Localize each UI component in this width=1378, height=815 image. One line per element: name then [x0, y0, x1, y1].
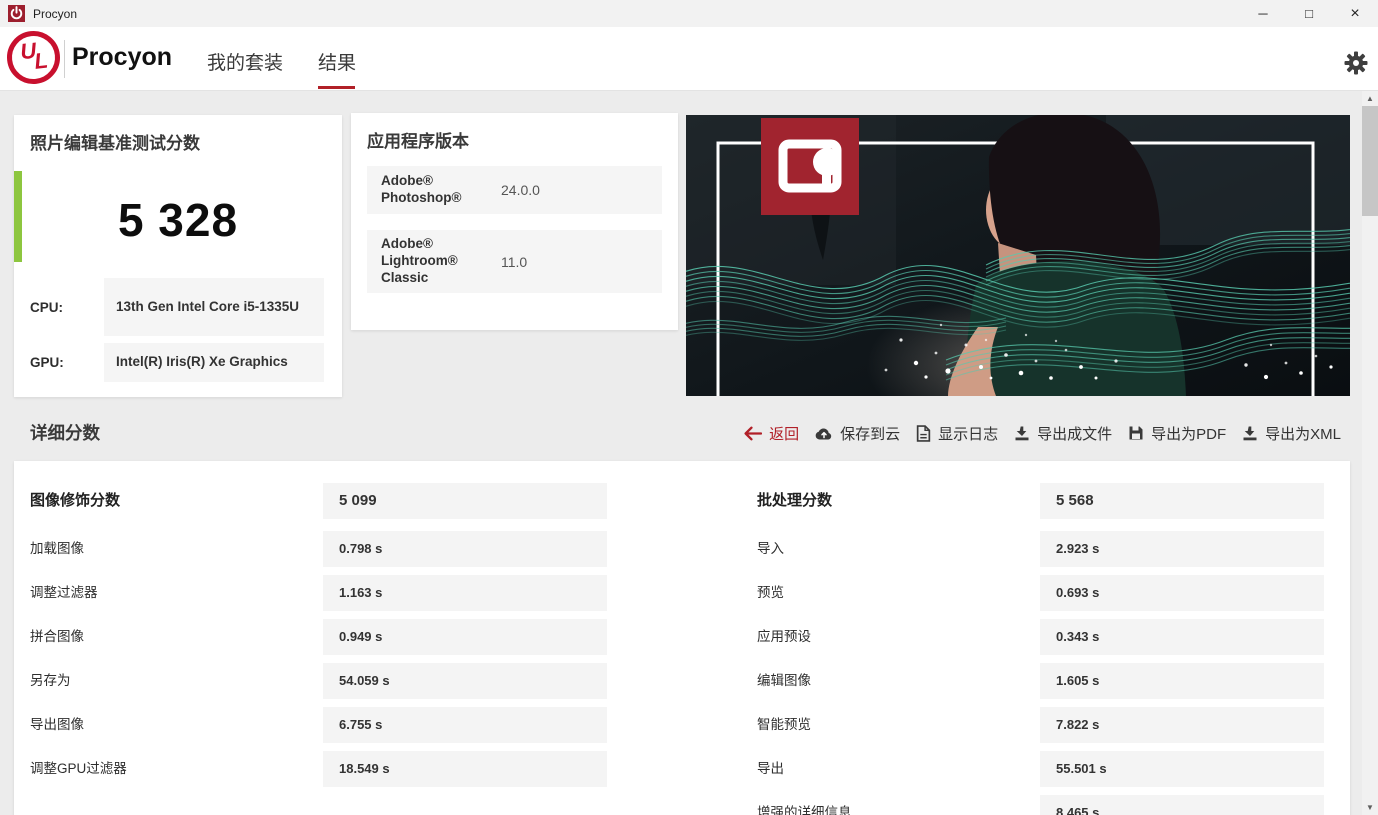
close-button[interactable]: ×: [1332, 0, 1378, 27]
metric-value: 7.822 s: [1040, 707, 1324, 743]
scroll-up-icon[interactable]: ▲: [1362, 91, 1378, 106]
metric-value: 0.343 s: [1040, 619, 1324, 655]
export-file-label: 导出成文件: [1037, 425, 1113, 443]
metric-label: 调整GPU过滤器: [30, 761, 127, 776]
photo-editing-badge: [761, 118, 859, 215]
scrollbar-thumb[interactable]: [1362, 106, 1378, 216]
metric-label: 调整过滤器: [30, 585, 98, 600]
cpu-label: CPU:: [30, 299, 63, 315]
titlebar: Procyon ─ □ ×: [0, 0, 1378, 27]
cloud-upload-icon: [815, 427, 832, 440]
export-file-button[interactable]: 导出成文件: [1014, 423, 1112, 444]
detailed-scores-card: 图像修饰分数 5 099 加载图像 0.798 s 调整过滤器 1.163 s …: [14, 461, 1350, 815]
metric-value: 8.465 s: [1040, 795, 1324, 815]
log-document-icon: [916, 424, 931, 442]
image-retouching-score-value: 5 099: [323, 483, 607, 519]
image-retouching-score-label: 图像修饰分数: [30, 492, 121, 509]
export-pdf-label: 导出为PDF: [1151, 425, 1227, 443]
metric-label: 拼合图像: [30, 629, 84, 644]
score-card-title: 照片编辑基准测试分数: [30, 134, 200, 153]
app-name: Adobe® Photoshop®: [381, 173, 462, 205]
export-pdf-button[interactable]: 导出为PDF: [1128, 423, 1226, 444]
version-card-title: 应用程序版本: [367, 132, 469, 151]
app-name: Adobe® Lightroom® Classic: [381, 236, 458, 285]
gpu-label: GPU:: [30, 355, 64, 370]
procyon-window: Procyon ─ □ × U L Procyon 我的套装 结果 照片编辑基准…: [0, 0, 1378, 815]
nav-divider: [64, 40, 65, 78]
export-xml-button[interactable]: 导出为XML: [1242, 423, 1341, 444]
metric-label: 应用预设: [757, 629, 811, 644]
batch-processing-score-value: 5 568: [1040, 483, 1324, 519]
app-version-row: Adobe® Lightroom® Classic 11.0: [367, 230, 662, 293]
gpu-value: Intel(R) Iris(R) Xe Graphics: [104, 343, 324, 382]
gear-icon[interactable]: [1344, 51, 1368, 75]
metric-value: 0.693 s: [1040, 575, 1324, 611]
save-to-cloud-label: 保存到云: [840, 425, 901, 443]
metric-value: 6.755 s: [323, 707, 607, 743]
metric-label: 导出图像: [30, 717, 84, 732]
metric-label: 智能预览: [757, 717, 811, 732]
app-version: 11.0: [501, 253, 528, 270]
metric-value: 55.501 s: [1040, 751, 1324, 787]
details-section-title: 详细分数: [30, 423, 100, 443]
metric-value: 1.163 s: [323, 575, 607, 611]
ul-logo: U L: [4, 28, 63, 87]
metric-label: 另存为: [30, 673, 71, 688]
metric-value: 54.059 s: [323, 663, 607, 699]
metric-label: 导出: [757, 761, 784, 776]
metric-value: 0.798 s: [323, 531, 607, 567]
brand-title: Procyon: [72, 43, 173, 71]
metric-value: 0.949 s: [323, 619, 607, 655]
app-versions-card: 应用程序版本 Adobe® Photoshop® 24.0.0 Adobe® L…: [351, 113, 678, 330]
active-tab-underline: [318, 86, 355, 89]
metric-label: 导入: [757, 541, 784, 556]
cpu-value: 13th Gen Intel Core i5-1335U: [104, 278, 324, 336]
vertical-scrollbar[interactable]: ▲ ▼: [1362, 91, 1378, 815]
metric-value: 2.923 s: [1040, 531, 1324, 567]
nav-bar: U L Procyon 我的套装 结果: [0, 27, 1378, 91]
tab-my-suites[interactable]: 我的套装: [207, 48, 283, 75]
export-file-download-icon: [1015, 426, 1029, 441]
export-xml-download-icon: [1243, 426, 1257, 441]
maximize-button[interactable]: □: [1286, 0, 1332, 27]
procyon-power-icon: [8, 5, 25, 22]
export-xml-label: 导出为XML: [1265, 425, 1341, 443]
hero-image: [686, 115, 1350, 396]
save-floppy-icon: [1129, 426, 1143, 440]
metric-label: 增强的详细信息: [757, 805, 852, 815]
scroll-down-icon[interactable]: ▼: [1362, 800, 1378, 815]
show-log-label: 显示日志: [938, 425, 999, 443]
show-log-button[interactable]: 显示日志: [916, 423, 998, 444]
benchmark-score: 5 328: [117, 194, 239, 246]
benchmark-score-card: 照片编辑基准测试分数 5 328 CPU: 13th Gen Intel Cor…: [14, 115, 342, 397]
minimize-button[interactable]: ─: [1240, 0, 1286, 27]
back-label: 返回: [769, 425, 800, 443]
app-version-row: Adobe® Photoshop® 24.0.0: [367, 166, 662, 214]
app-version: 24.0.0: [501, 182, 540, 198]
back-button[interactable]: 返回: [743, 423, 799, 444]
metric-value: 1.605 s: [1040, 663, 1324, 699]
window-title: Procyon: [33, 6, 78, 21]
metric-label: 编辑图像: [757, 673, 811, 688]
batch-processing-score-label: 批处理分数: [757, 492, 833, 509]
metric-value: 18.549 s: [323, 751, 607, 787]
metric-label: 预览: [757, 585, 784, 600]
tab-results[interactable]: 结果: [318, 48, 356, 75]
metric-label: 加载图像: [30, 541, 84, 556]
back-arrow-icon: [744, 426, 763, 440]
save-to-cloud-button[interactable]: 保存到云: [815, 423, 900, 444]
results-toolbar: 返回 保存到云 显示日志 导出成文件 导出为PDF 导出为XML: [743, 420, 1341, 446]
ul-logo-l: L: [33, 47, 50, 74]
